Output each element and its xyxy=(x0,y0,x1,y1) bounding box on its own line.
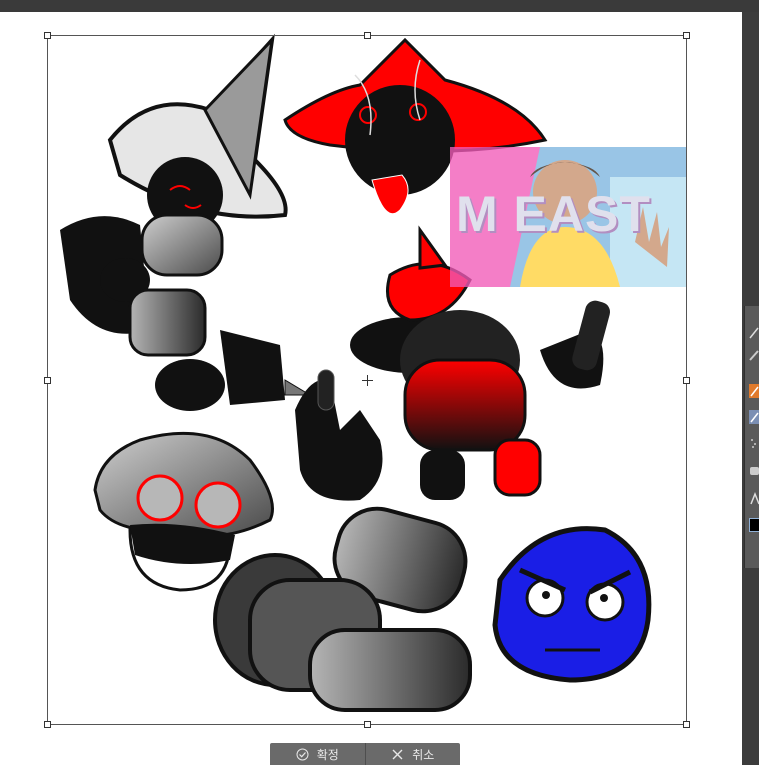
transform-confirm-bar: 확정 취소 xyxy=(270,743,460,765)
limb-cylinder-sketches xyxy=(213,506,472,712)
transform-handle-bottom-right[interactable] xyxy=(683,721,690,728)
confirm-label: 확정 xyxy=(316,747,339,762)
transform-handle-top-center[interactable] xyxy=(364,32,371,39)
confirm-button[interactable]: 확정 xyxy=(270,743,365,765)
pencil-icon[interactable] xyxy=(749,348,759,362)
blue-angry-ball-character xyxy=(492,526,652,683)
airbrush-icon[interactable] xyxy=(749,436,759,450)
transform-center-crosshair[interactable] xyxy=(362,375,373,386)
transform-handle-middle-right[interactable] xyxy=(683,377,690,384)
tool-palette xyxy=(744,306,759,568)
pen-icon[interactable] xyxy=(749,326,759,340)
transform-handle-top-left[interactable] xyxy=(44,32,51,39)
cancel-button[interactable]: 취소 xyxy=(366,743,461,765)
close-icon xyxy=(392,749,403,759)
transform-handle-top-right[interactable] xyxy=(683,32,690,39)
check-circle-icon xyxy=(296,748,309,760)
grey-wizard-sketch xyxy=(60,33,312,411)
color-swatch-icon[interactable] xyxy=(749,518,759,532)
eraser-icon[interactable] xyxy=(749,464,759,478)
pasted-photo-layer[interactable]: M EAST xyxy=(450,147,686,287)
text-icon[interactable] xyxy=(749,492,759,506)
brush-icon[interactable] xyxy=(749,384,759,398)
transform-handle-bottom-left[interactable] xyxy=(44,721,51,728)
glove-hand-sketch xyxy=(295,369,383,501)
transform-handle-bottom-center[interactable] xyxy=(364,721,371,728)
photo-overlay-text: M EAST xyxy=(456,186,651,242)
marker-icon[interactable] xyxy=(749,410,759,424)
transform-handle-middle-left[interactable] xyxy=(44,377,51,384)
cancel-label: 취소 xyxy=(412,747,435,762)
